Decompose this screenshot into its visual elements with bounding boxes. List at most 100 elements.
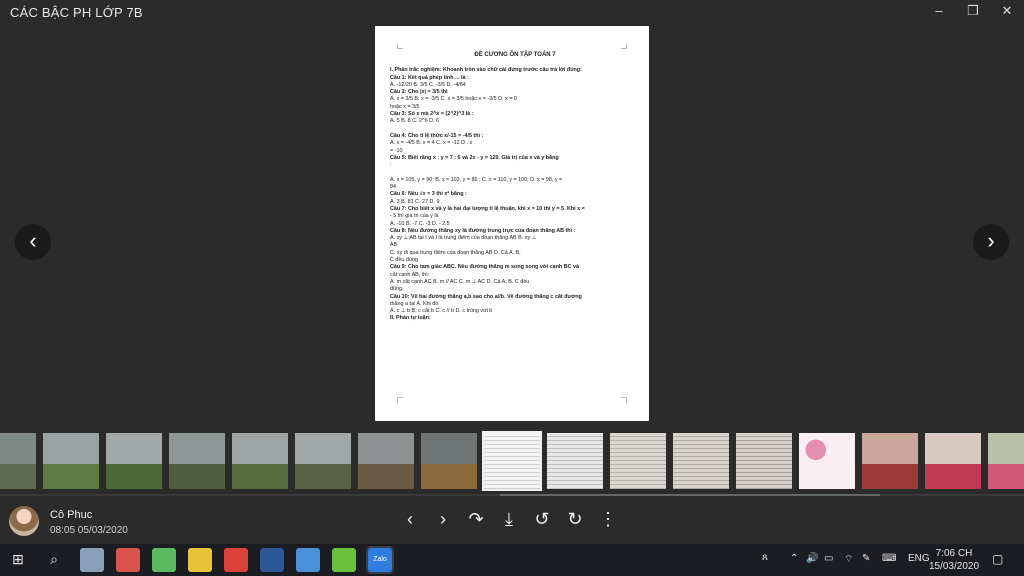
clock-time: 7:06 CH: [935, 548, 973, 559]
document-line: Câu 1: Kết quả phép tính ... là :: [390, 74, 469, 81]
document-line: A. x = 105, y = 90; B. x = 103, y = 86 ;…: [390, 176, 563, 183]
thumbnail[interactable]: [421, 433, 477, 489]
restore-button[interactable]: ❐: [956, 0, 990, 24]
thumbnail[interactable]: [862, 433, 918, 489]
next-icon[interactable]: ›: [432, 508, 454, 532]
chevron-up-icon[interactable]: ⌃: [790, 553, 798, 564]
thumbnail[interactable]: [0, 433, 36, 489]
document-line: A. x = 3/5 B. x = -3/5 C. x = 3/5 hoặc x…: [390, 96, 517, 103]
thumbnail[interactable]: [358, 433, 414, 489]
document-line: đúng.: [390, 286, 404, 293]
rotate-left-icon[interactable]: ↺: [531, 508, 553, 532]
document-line: A. c ⊥ b B. c cắt b C. c // b D. c trùng…: [390, 308, 493, 315]
document-lines: I. Phần trắc nghiệm: Khoanh tròn vào chữ…: [390, 67, 640, 322]
windows-taskbar: ⊞ ⌕ Zalo ጸ ⌃ 🔊 ▭ ⌔ ✎ ⌨ ENG 7:06 CH 15/03…: [0, 544, 1024, 576]
thumbnail[interactable]: [988, 433, 1024, 489]
document-line: Câu 3: Số x mà 2^x = (2^2)^3 là :: [390, 111, 474, 118]
document-line: thẳng a tại A. Khi đó: [390, 300, 439, 307]
document-heading: ĐỀ CƯƠNG ÔN TẬP TOÁN 7: [474, 52, 556, 58]
bottom-bar: Cô Phuc 08:05 05/03/2020 ‹ › ↷ ⤓ ↺ ↻ ⋮: [0, 496, 1024, 544]
document-line: Câu 10: Vẽ hai đường thẳng a,b sao cho a…: [390, 293, 582, 300]
document-line: Câu 4: Cho tỉ lệ thức x/-15 = -4/5 thì :: [390, 132, 484, 139]
notifications-icon[interactable]: ▢: [992, 552, 1003, 566]
keyboard-icon[interactable]: ⌨: [882, 553, 896, 564]
document-line: A. -12/20 B. 3/5 C. -3/5 D. -4/84: [390, 81, 466, 88]
document-text: ĐỀ CƯƠNG ÔN TẬP TOÁN 7 I. Phần trắc nghi…: [390, 52, 640, 323]
document-line: A. x = -4/5 B. x = 4 C. x = -12 D . x: [390, 140, 473, 147]
pen-icon[interactable]: ✎: [862, 553, 870, 564]
document-line: I. Phần trắc nghiệm: Khoanh tròn vào chữ…: [390, 67, 582, 74]
wifi-icon[interactable]: ⌔: [844, 553, 853, 566]
word-icon[interactable]: [260, 548, 284, 572]
clock-date: 15/03/2020: [928, 561, 980, 572]
document-line: 84: [390, 184, 396, 191]
thumbnail[interactable]: [482, 431, 542, 491]
thumbnail[interactable]: [925, 433, 981, 489]
thumbnail-strip: [0, 430, 1024, 494]
close-button[interactable]: ✕: [990, 0, 1024, 24]
document-line: [390, 126, 640, 133]
windows-start-icon[interactable]: ⊞: [8, 551, 28, 568]
document-line: Câu 9: Cho tam giác ABC. Nếu đường thẳng…: [390, 264, 579, 271]
system-clock[interactable]: 7:06 CH 15/03/2020: [928, 547, 980, 573]
document-line: Câu 2: Cho |x| = 3/5 thì: [390, 89, 448, 96]
chrome-icon[interactable]: [188, 548, 212, 572]
rotate-right-icon[interactable]: ↻: [564, 508, 586, 532]
download-icon[interactable]: ⤓: [498, 508, 520, 532]
crop-mark: [621, 397, 627, 403]
battery-icon[interactable]: ▭: [824, 553, 833, 564]
sent-timestamp: 08:05 05/03/2020: [50, 525, 128, 536]
thumbnail[interactable]: [232, 433, 288, 489]
recycle-bin-icon[interactable]: [80, 548, 104, 572]
document-page: ĐỀ CƯƠNG ÔN TẬP TOÁN 7 I. Phần trắc nghi…: [375, 26, 649, 421]
title-bar: CÁC BẬC PH LỚP 7B – ❐ ✕: [0, 0, 1024, 24]
crop-mark: [397, 397, 403, 403]
document-line: - 5 thì giá trị của y là: [390, 213, 439, 220]
document-line: A. m cắt cạnh AC B. m // AC C. m ⊥ AC D.…: [390, 278, 530, 285]
minimize-button[interactable]: –: [922, 0, 956, 24]
document-line: Câu 6: Nếu √x = 3 thì x² bằng :: [390, 191, 467, 198]
prev-icon[interactable]: ‹: [399, 508, 421, 532]
document-line: :: [390, 162, 392, 169]
thumbnail[interactable]: [610, 433, 666, 489]
document-line: cắt cạnh AB, thì:: [390, 271, 430, 278]
document-line: Câu 5: Biết rằng x : y = 7 : 6 và 2x - y…: [390, 154, 559, 161]
document-line: AB: [390, 242, 398, 249]
share-icon[interactable]: ↷: [465, 508, 487, 532]
people-icon[interactable]: ጸ: [762, 552, 768, 563]
document-line: C đều đúng: [390, 257, 418, 264]
avatar[interactable]: [9, 506, 39, 536]
document-line: Câu 8: Nếu đường thẳng xy là đường trung…: [390, 227, 576, 234]
thumbnail[interactable]: [169, 433, 225, 489]
browser-blue-icon[interactable]: [296, 548, 320, 572]
zalo-icon[interactable]: Zalo: [366, 546, 394, 574]
document-line: A. xy ⊥ AB tại I và I là trung điểm của …: [390, 235, 537, 242]
document-line: C. xy đi qua trung điểm của đoạn thẳng A…: [390, 249, 521, 256]
document-line: hoặc x = 3/5: [390, 103, 420, 110]
document-line: A. 5 B. 8 C. 2^6 D. 6: [390, 118, 439, 125]
app-green-icon[interactable]: [152, 548, 176, 572]
document-line: A. 3 B. 81 C. 27 D. 9: [390, 198, 440, 205]
document-line: [390, 169, 640, 176]
thumbnail[interactable]: [106, 433, 162, 489]
thumbnail[interactable]: [736, 433, 792, 489]
document-line: A. -10 B. -7 C. -3 D. - 2,5: [390, 220, 450, 227]
game-icon[interactable]: [332, 548, 356, 572]
volume-icon[interactable]: 🔊: [806, 553, 818, 564]
crop-mark: [397, 43, 403, 49]
thumbnail[interactable]: [43, 433, 99, 489]
window-title: CÁC BẬC PH LỚP 7B: [10, 5, 143, 20]
sender-name: Cô Phuc: [50, 509, 93, 521]
previous-image-button[interactable]: ‹: [15, 224, 51, 260]
thumbnail[interactable]: [547, 433, 603, 489]
thumbnail[interactable]: [673, 433, 729, 489]
next-image-button[interactable]: ›: [973, 224, 1009, 260]
app-puzzle-icon[interactable]: [116, 548, 140, 572]
input-language[interactable]: ENG: [908, 553, 930, 564]
shield-app-icon[interactable]: [224, 548, 248, 572]
more-icon[interactable]: ⋮: [597, 508, 619, 532]
document-line: II. Phần tự luận:: [390, 315, 431, 322]
search-icon[interactable]: ⌕: [44, 551, 64, 568]
thumbnail[interactable]: [799, 433, 855, 489]
thumbnail[interactable]: [295, 433, 351, 489]
